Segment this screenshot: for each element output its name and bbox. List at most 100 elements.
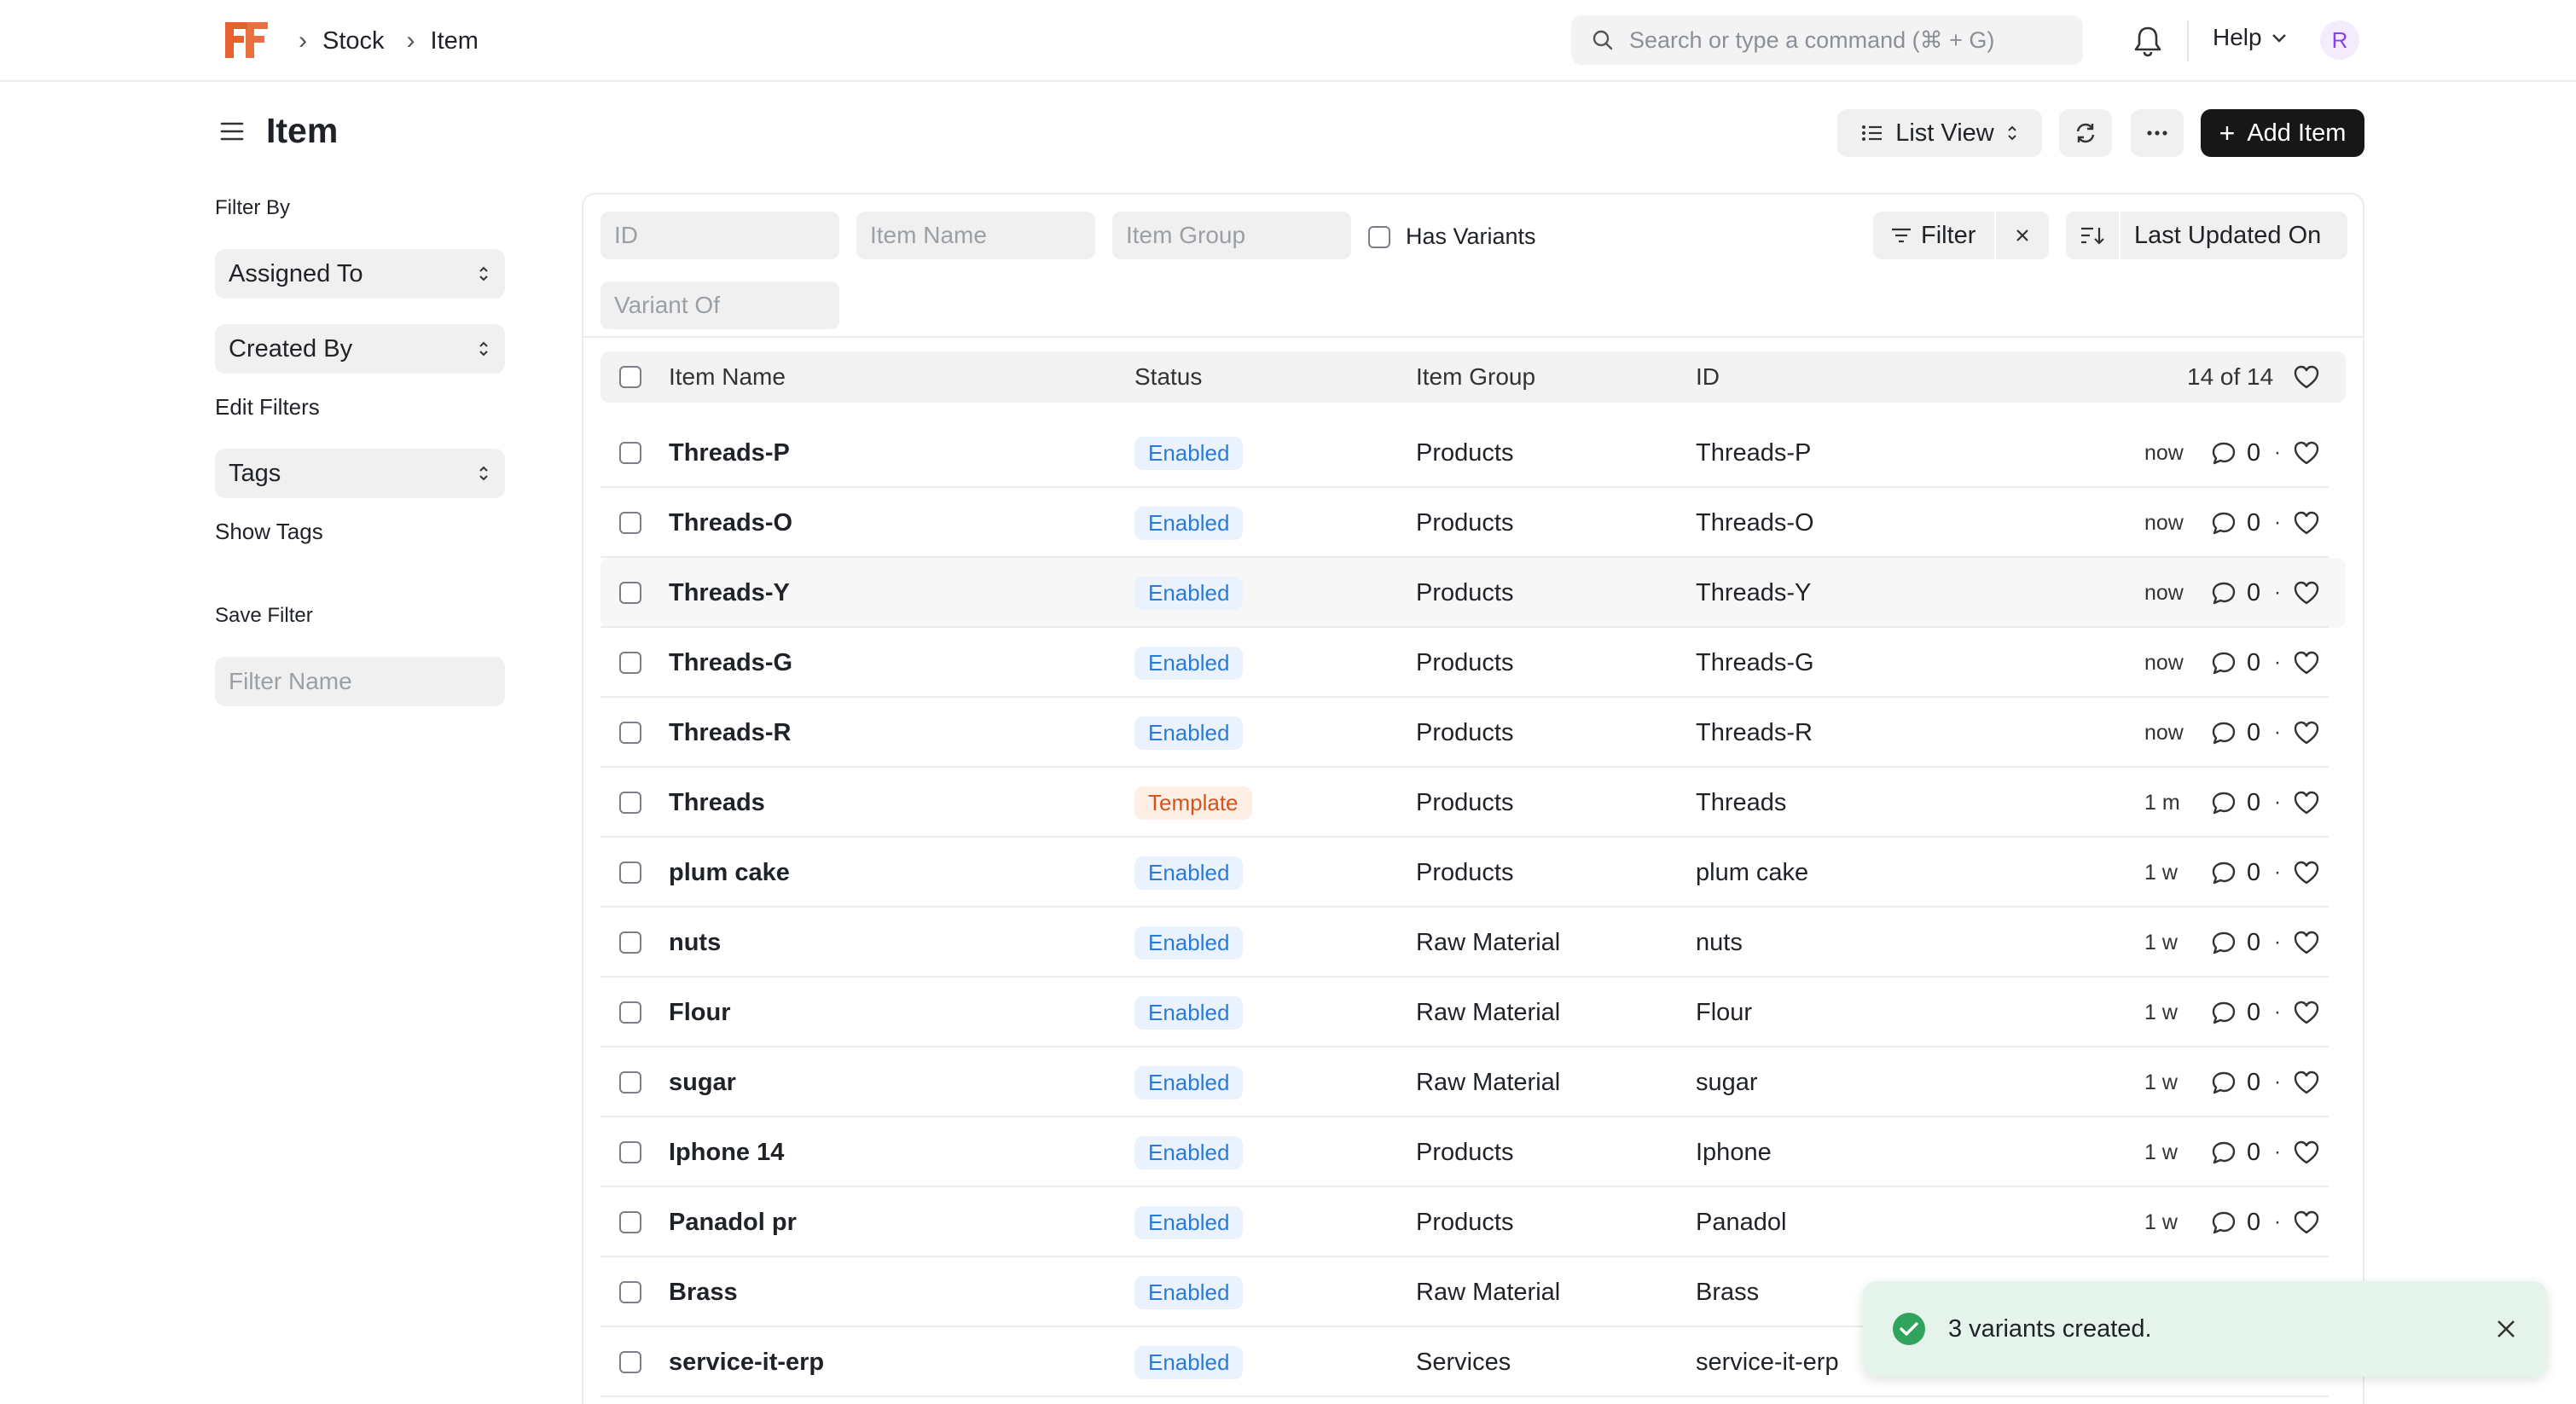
heart-icon[interactable] (2293, 1210, 2320, 1235)
clear-filters-button[interactable] (1996, 212, 2049, 259)
item-name-link[interactable]: Threads-G (669, 628, 792, 698)
heart-icon[interactable] (2293, 790, 2320, 815)
item-name-link[interactable]: Threads-R (669, 698, 791, 768)
row-checkbox[interactable] (619, 1211, 641, 1233)
has-variants-filter[interactable]: Has Variants (1368, 223, 1536, 250)
item-name-filter-input[interactable] (856, 212, 1095, 259)
row-checkbox[interactable] (619, 1141, 641, 1163)
search-bar[interactable] (1571, 15, 2083, 65)
select-all-checkbox[interactable] (619, 366, 641, 388)
row-checkbox[interactable] (619, 1281, 641, 1303)
add-item-button[interactable]: + Add Item (2201, 109, 2364, 157)
item-name-link[interactable]: nuts (669, 908, 721, 978)
row-checkbox[interactable] (619, 652, 641, 674)
comment-count[interactable]: 0 (2211, 488, 2260, 558)
item-name-link[interactable]: service-it-erp (669, 1327, 824, 1397)
comment-count[interactable]: 0 (2211, 768, 2260, 838)
table-row[interactable]: plum cake Enabled Products plum cake 1 w 0 · (600, 838, 2346, 908)
item-group-filter-input[interactable] (1112, 212, 1351, 259)
table-row[interactable]: sugar Enabled Raw Material sugar 1 w 0 · (600, 1047, 2346, 1117)
item-name-link[interactable]: Panadol pr (669, 1187, 797, 1257)
filter-button[interactable]: Filter (1873, 212, 1996, 259)
heart-icon[interactable] (2293, 1070, 2320, 1095)
comment-count[interactable]: 0 (2211, 698, 2260, 768)
comment-count[interactable]: 0 (2211, 1117, 2260, 1187)
row-checkbox[interactable] (619, 792, 641, 814)
comment-count[interactable]: 0 (2211, 838, 2260, 908)
comment-count[interactable]: 0 (2211, 558, 2260, 628)
item-name-link[interactable]: plum cake (669, 838, 790, 908)
assigned-to-select[interactable]: Assigned To (215, 249, 505, 299)
heart-icon[interactable] (2293, 364, 2320, 390)
heart-icon[interactable] (2293, 930, 2320, 955)
sidebar-toggle-icon[interactable] (218, 118, 246, 145)
item-name-link[interactable]: Flour (669, 978, 731, 1047)
heart-icon[interactable] (2293, 860, 2320, 885)
comment-count[interactable]: 0 (2211, 1187, 2260, 1257)
heart-icon[interactable] (2293, 580, 2320, 606)
table-row[interactable]: Flour Enabled Raw Material Flour 1 w 0 · (600, 978, 2346, 1047)
item-name-link[interactable]: Iphone 14 (669, 1117, 784, 1187)
heart-icon[interactable] (2293, 650, 2320, 676)
help-dropdown[interactable]: Help (2213, 24, 2288, 51)
comment-count[interactable]: 0 (2211, 1047, 2260, 1117)
sort-by-button[interactable]: Last Updated On (2121, 222, 2321, 250)
list-view-button[interactable]: List View (1837, 109, 2042, 157)
row-checkbox[interactable] (619, 512, 641, 534)
more-options-button[interactable] (2131, 109, 2184, 157)
refresh-button[interactable] (2059, 109, 2112, 157)
has-variants-checkbox[interactable] (1368, 225, 1390, 248)
item-name-link[interactable]: Brass (669, 1257, 738, 1327)
comment-count[interactable]: 0 (2211, 908, 2260, 978)
table-row[interactable]: Iphone 14 Enabled Products Iphone 1 w 0 · (600, 1117, 2346, 1187)
heart-icon[interactable] (2293, 1000, 2320, 1025)
table-row[interactable]: Threads-G Enabled Products Threads-G now 0 · (600, 628, 2346, 698)
row-checkbox[interactable] (619, 862, 641, 884)
item-name-link[interactable]: sugar (669, 1047, 736, 1117)
id-filter-input[interactable] (600, 212, 839, 259)
item-name-link[interactable]: Threads (669, 768, 765, 838)
select-arrows-icon (479, 341, 488, 357)
row-checkbox[interactable] (619, 722, 641, 744)
filter-name-input[interactable] (215, 657, 505, 706)
comment-count[interactable]: 0 (2211, 628, 2260, 698)
table-row[interactable]: Threads-O Enabled Products Threads-O now 0 · (600, 488, 2346, 558)
breadcrumb-item[interactable]: Item (431, 27, 479, 55)
comment-count[interactable]: 0 (2211, 978, 2260, 1047)
table-row[interactable]: Threads Template Products Threads 1 m 0 · (600, 768, 2346, 838)
item-name-link[interactable]: Threads-O (669, 488, 792, 558)
row-checkbox[interactable] (619, 1001, 641, 1024)
row-checkbox[interactable] (619, 442, 641, 464)
table-row[interactable]: Threads-Y Enabled Products Threads-Y now 0 · (600, 558, 2346, 628)
search-input[interactable] (1629, 26, 2056, 54)
item-id-cell: sugar (1696, 1068, 1758, 1096)
table-row[interactable]: Threads-P Enabled Products Threads-P now 0 · (600, 418, 2346, 488)
heart-icon[interactable] (2293, 440, 2320, 466)
created-by-select[interactable]: Created By (215, 324, 505, 374)
breadcrumb-stock[interactable]: Stock (322, 27, 385, 55)
table-row[interactable]: Panadol pr Enabled Products Panadol 1 w 0 · (600, 1187, 2346, 1257)
sort-order-button[interactable] (2066, 212, 2121, 259)
avatar[interactable]: R (2320, 20, 2359, 60)
comment-count[interactable]: 0 (2211, 418, 2260, 488)
row-checkbox[interactable] (619, 1071, 641, 1094)
edit-filters-link[interactable]: Edit Filters (215, 394, 320, 421)
table-row[interactable]: nuts Enabled Raw Material nuts 1 w 0 · (600, 908, 2346, 978)
comment-icon (2212, 931, 2236, 954)
row-checkbox-cell (619, 908, 641, 978)
variant-of-filter-input[interactable] (600, 281, 839, 329)
show-tags-link[interactable]: Show Tags (215, 519, 323, 545)
heart-icon[interactable] (2293, 510, 2320, 536)
item-name-link[interactable]: Threads-P (669, 418, 790, 488)
item-name-link[interactable]: Threads-Y (669, 558, 790, 628)
row-checkbox[interactable] (619, 931, 641, 954)
app-logo-icon[interactable] (222, 19, 270, 61)
row-checkbox[interactable] (619, 582, 641, 604)
notification-bell-icon[interactable] (2132, 24, 2163, 58)
heart-icon[interactable] (2293, 720, 2320, 746)
row-checkbox[interactable] (619, 1351, 641, 1373)
close-icon[interactable] (2494, 1317, 2518, 1341)
table-row[interactable]: Threads-R Enabled Products Threads-R now 0 · (600, 698, 2346, 768)
heart-icon[interactable] (2293, 1140, 2320, 1165)
tags-select[interactable]: Tags (215, 449, 505, 498)
